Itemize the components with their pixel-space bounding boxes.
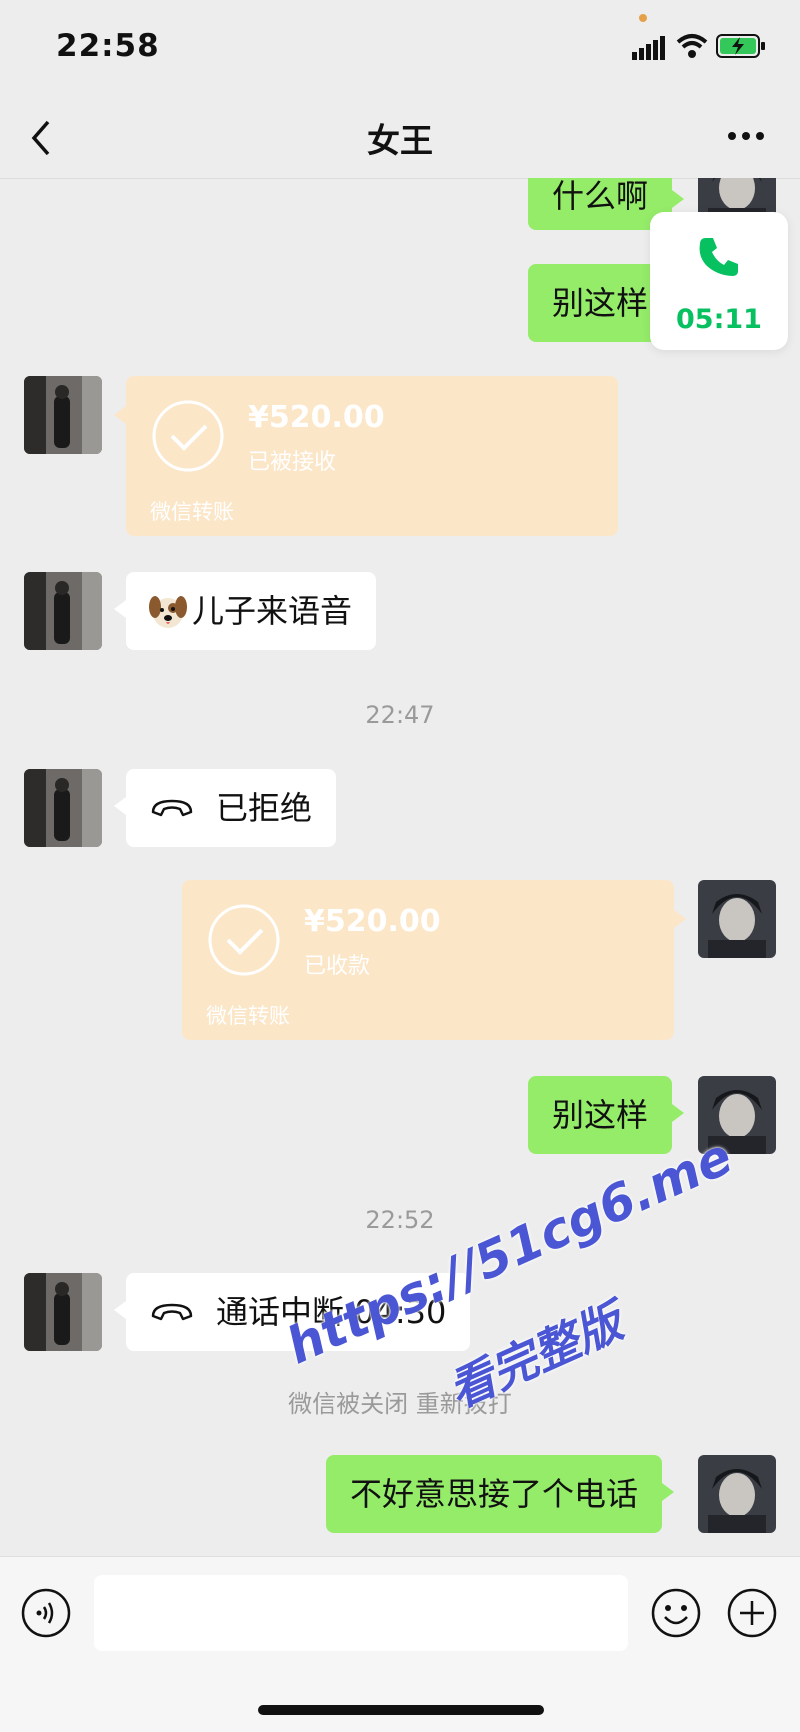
- transfer-footer: 微信转账: [150, 500, 234, 524]
- message-text: 什么啊: [552, 178, 649, 215]
- transfer-card[interactable]: ¥520.00 已被接收 微信转账: [114, 376, 618, 536]
- transfer-amount: ¥520.00: [304, 904, 441, 939]
- message-bubble-sent[interactable]: 别这样: [528, 1076, 685, 1154]
- status-bar: 22:58: [0, 0, 800, 96]
- message-text: 通话中断 04:30: [216, 1293, 447, 1331]
- contact-avatar[interactable]: [24, 1273, 102, 1351]
- emoji-icon[interactable]: [650, 1587, 702, 1639]
- timestamp: 22:52: [365, 1206, 435, 1234]
- message-text: 已拒绝: [216, 789, 313, 827]
- status-time: 22:58: [56, 28, 160, 64]
- phone-icon: [699, 238, 738, 276]
- call-record-bubble[interactable]: 通话中断 04:30: [113, 1273, 471, 1351]
- chat-title: 女王: [367, 121, 433, 160]
- voice-mode-icon[interactable]: [20, 1587, 72, 1639]
- call-record-bubble[interactable]: 已拒绝: [113, 769, 337, 847]
- my-avatar[interactable]: [698, 1455, 776, 1533]
- check-circle-icon: [208, 904, 280, 976]
- dog-face-icon: [149, 596, 187, 628]
- check-circle-icon: [152, 400, 224, 472]
- transfer-status: 已收款: [304, 954, 371, 979]
- message-list[interactable]: 什么啊 别这样 ¥520.00 已被接收 微信转账 儿子来语音 22:47 已拒…: [0, 178, 800, 1556]
- transfer-card[interactable]: ¥520.00 已收款 微信转账: [182, 880, 686, 1040]
- more-horizontal-icon[interactable]: [726, 126, 766, 146]
- message-text: 不好意思接了个电话: [350, 1475, 639, 1513]
- message-bubble-sent[interactable]: 不好意思接了个电话: [326, 1455, 675, 1533]
- home-indicator[interactable]: [258, 1705, 544, 1715]
- chat-header: 女王: [0, 96, 800, 179]
- my-avatar[interactable]: [698, 1076, 776, 1154]
- transfer-status: 已被接收: [248, 450, 337, 475]
- wifi-icon: [676, 34, 708, 58]
- floating-call-widget[interactable]: 05:11: [650, 212, 788, 350]
- system-notice: 微信被关闭 重新拨打: [288, 1390, 512, 1418]
- input-bar: [0, 1556, 800, 1732]
- hang-up-icon: [151, 799, 193, 817]
- contact-avatar[interactable]: [24, 572, 102, 650]
- message-input[interactable]: [94, 1575, 628, 1651]
- message-bubble-received[interactable]: 儿子来语音: [113, 572, 377, 650]
- plus-circle-icon[interactable]: [726, 1587, 778, 1639]
- transfer-amount: ¥520.00: [248, 400, 385, 435]
- message-text: 儿子来语音: [192, 592, 353, 630]
- my-avatar[interactable]: [698, 880, 776, 958]
- timestamp: 22:47: [365, 701, 435, 729]
- message-text: 别这样: [552, 284, 649, 322]
- hang-up-icon: [151, 1303, 193, 1321]
- signal-icon: [632, 36, 665, 60]
- transfer-footer: 微信转账: [206, 1004, 290, 1028]
- battery-charging-icon: [716, 34, 765, 58]
- contact-avatar[interactable]: [24, 376, 102, 454]
- message-text: 别这样: [552, 1096, 649, 1134]
- contact-avatar[interactable]: [24, 769, 102, 847]
- call-duration: 05:11: [676, 304, 762, 335]
- privacy-dot-indicator: [639, 14, 647, 22]
